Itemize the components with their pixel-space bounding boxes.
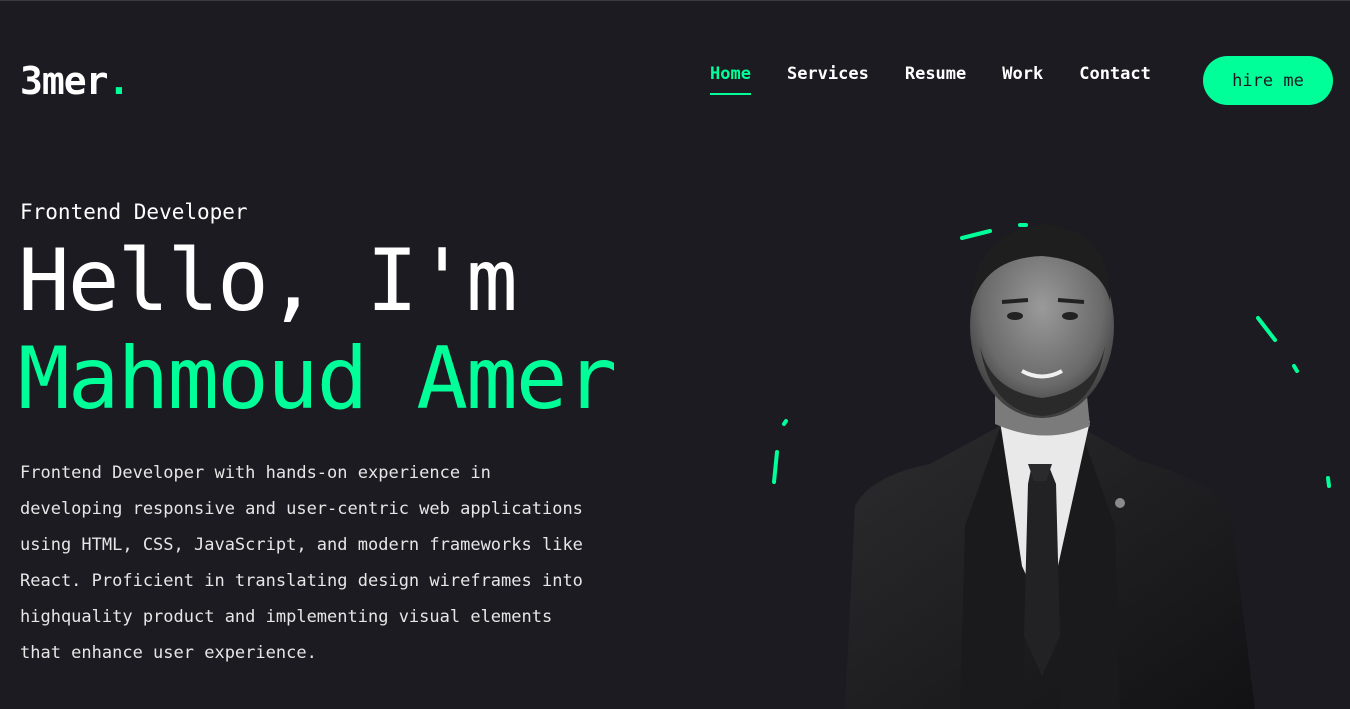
portfolio-page: 3mer. Home Services Resume Work Contact …: [0, 0, 1350, 709]
nav-item-services[interactable]: Services: [787, 63, 869, 95]
nav-item-contact[interactable]: Contact: [1079, 63, 1151, 95]
main-nav: Home Services Resume Work Contact: [710, 63, 1151, 95]
person-photo-icon: [772, 223, 1331, 709]
portrait-area: [760, 206, 1350, 709]
nav-item-resume[interactable]: Resume: [905, 63, 966, 95]
site-logo[interactable]: 3mer.: [20, 59, 131, 103]
hire-me-button[interactable]: hire me: [1203, 56, 1333, 105]
logo-text: 3mer: [20, 59, 109, 103]
hero-greeting: Hello, I'm: [18, 231, 518, 331]
hero-role: Frontend Developer: [20, 200, 248, 224]
logo-dot: .: [107, 59, 131, 103]
hero-name: Mahmoud Amer: [18, 329, 617, 429]
nav-item-work[interactable]: Work: [1002, 63, 1043, 95]
hero-bio: Frontend Developer with hands-on experie…: [20, 463, 583, 663]
nav-item-home[interactable]: Home: [710, 63, 751, 95]
